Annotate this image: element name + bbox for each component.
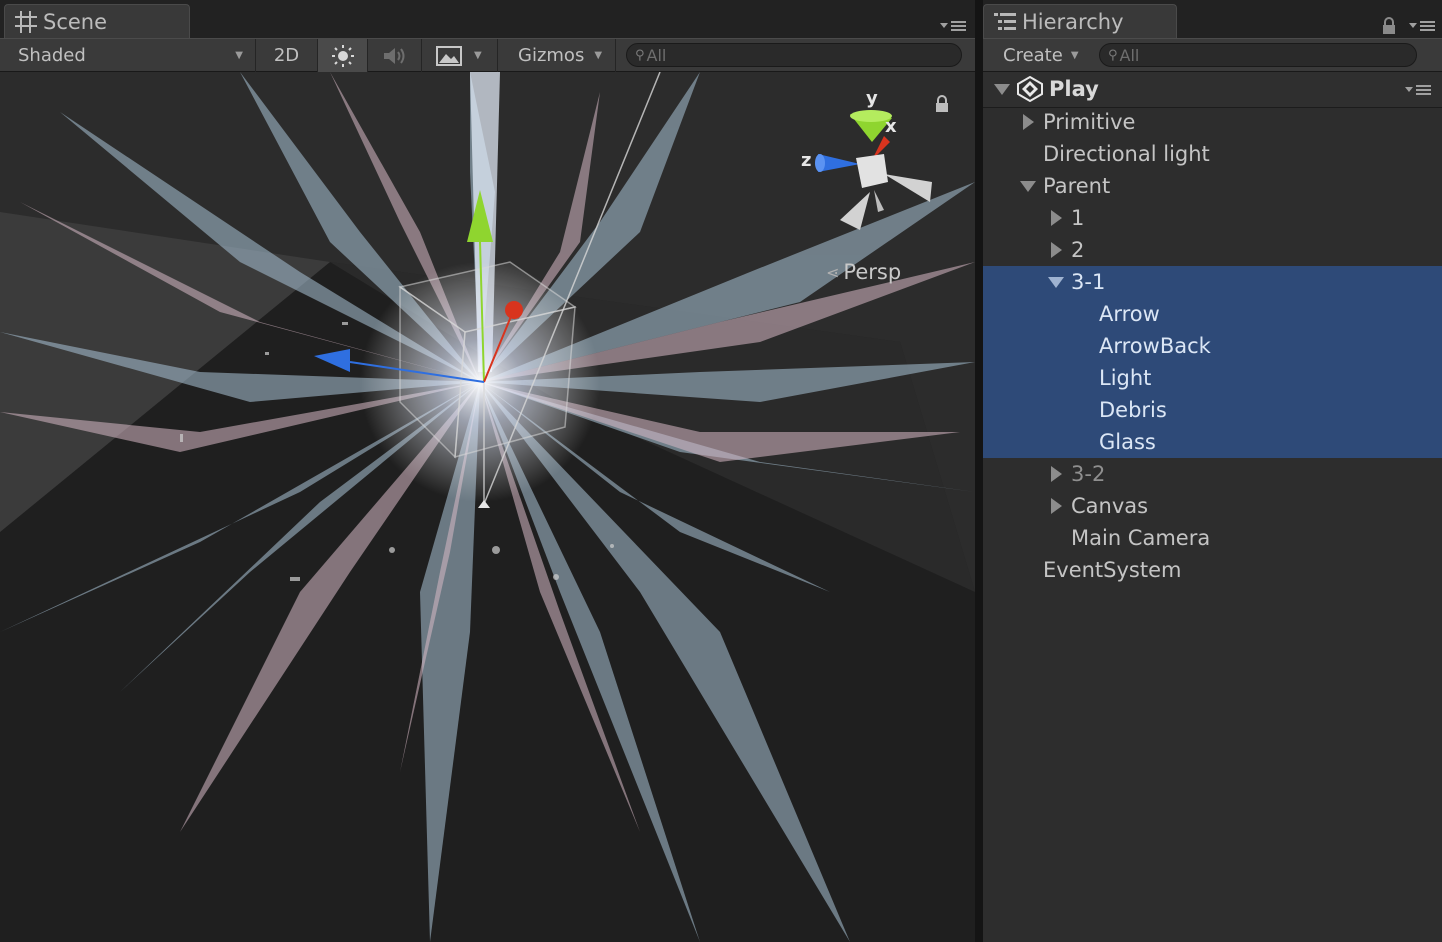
hierarchy-item[interactable]: Debris [983, 394, 1442, 426]
scene-root-menu-icon[interactable] [1403, 82, 1433, 98]
hierarchy-item-label: Arrow [1099, 302, 1160, 326]
hierarchy-item-label: Primitive [1043, 110, 1136, 134]
hierarchy-search-placeholder: All [1119, 45, 1140, 65]
hierarchy-item[interactable]: 2 [983, 234, 1442, 266]
hierarchy-item[interactable]: EventSystem [983, 554, 1442, 586]
lock-icon[interactable] [1381, 16, 1397, 36]
hierarchy-item[interactable]: ArrowBack [983, 330, 1442, 362]
hierarchy-search-input[interactable]: ⚲ All [1099, 43, 1417, 67]
hierarchy-item-label: Parent [1043, 174, 1111, 198]
scene-viewport[interactable]: y x z ⋖ Persp [0, 72, 975, 942]
hierarchy-panel: Hierarchy Create ▼ ⚲ All Play Primitive … [983, 0, 1442, 942]
collapsed-arrow-icon[interactable] [1047, 241, 1065, 259]
hierarchy-panel-menu-icon[interactable] [1407, 18, 1437, 34]
collapsed-arrow-icon[interactable] [1047, 209, 1065, 227]
perspective-icon: ⋖ [826, 262, 840, 282]
hierarchy-item-label: EventSystem [1043, 558, 1182, 582]
hierarchy-item[interactable]: Light [983, 362, 1442, 394]
chevron-down-icon: ▼ [1070, 50, 1079, 61]
scene-lighting-toggle[interactable] [318, 39, 368, 72]
expanded-arrow-icon[interactable] [1047, 273, 1065, 291]
chevron-down-icon: ▼ [594, 50, 603, 61]
hierarchy-list-icon [994, 12, 1016, 30]
scene-effects-dropdown[interactable]: ▼ [422, 39, 498, 72]
collapsed-arrow-icon[interactable] [1019, 113, 1037, 131]
scene-root-row[interactable]: Play [983, 72, 1442, 108]
scene-search-input[interactable]: ⚲ All [626, 43, 962, 67]
hierarchy-item[interactable]: Primitive [983, 106, 1442, 138]
hierarchy-toolbar: Create ▼ ⚲ All [983, 38, 1442, 72]
scene-panel-menu-icon[interactable] [938, 18, 968, 34]
shading-mode-dropdown[interactable]: Shaded ▼ [0, 39, 256, 72]
hierarchy-item[interactable]: Glass [983, 426, 1442, 458]
2d-mode-label: 2D [273, 45, 300, 66]
search-icon: ⚲ [635, 47, 645, 63]
hierarchy-item-label: ArrowBack [1099, 334, 1211, 358]
scene-tab-label: Scene [43, 9, 108, 34]
hierarchy-item-label: Canvas [1071, 494, 1149, 518]
hierarchy-item-label: Debris [1099, 398, 1167, 422]
hierarchy-item[interactable]: Arrow [983, 298, 1442, 330]
panel-divider[interactable] [975, 0, 983, 942]
expanded-arrow-icon[interactable] [993, 80, 1011, 98]
gizmos-dropdown[interactable]: Gizmos ▼ [498, 39, 616, 72]
scene-tabbar: Scene [0, 0, 975, 38]
hierarchy-item[interactable]: Canvas [983, 490, 1442, 522]
gizmo-z-label: z [801, 150, 812, 171]
hierarchy-item-label: Glass [1099, 430, 1156, 454]
sun-icon [331, 44, 354, 67]
create-label: Create [1003, 45, 1063, 66]
scene-panel: Scene Shaded ▼ 2D ▼ Gizmos ▼ ⚲ All y x z… [0, 0, 975, 942]
gizmo-x-label: x [885, 116, 897, 137]
hierarchy-item-label: 3-2 [1071, 462, 1106, 486]
gizmo-y-label: y [866, 88, 878, 109]
hierarchy-item-label: 2 [1071, 238, 1085, 262]
scene-audio-toggle[interactable] [368, 39, 422, 72]
unity-logo-icon [1017, 76, 1043, 102]
scene-search-placeholder: All [646, 45, 667, 65]
hierarchy-tabbar: Hierarchy [983, 0, 1442, 38]
hierarchy-item-label: Main Camera [1071, 526, 1211, 550]
gizmos-label: Gizmos [518, 45, 585, 66]
create-dropdown[interactable]: Create ▼ [983, 39, 1091, 72]
scene-toolbar: Shaded ▼ 2D ▼ Gizmos ▼ ⚲ All [0, 38, 975, 72]
hierarchy-item-label: Directional light [1043, 142, 1210, 166]
hierarchy-item[interactable]: 3-2 [983, 458, 1442, 490]
2d-mode-toggle[interactable]: 2D [256, 39, 318, 72]
collapsed-arrow-icon[interactable] [1047, 497, 1065, 515]
image-effects-icon [436, 45, 462, 66]
hierarchy-item-label: 1 [1071, 206, 1085, 230]
projection-label: Persp [843, 260, 902, 284]
scene-root-label: Play [1049, 77, 1099, 101]
speaker-icon [383, 47, 404, 64]
chevron-down-icon: ▼ [474, 50, 482, 61]
hierarchy-item-label: Light [1099, 366, 1152, 390]
hierarchy-item[interactable]: Parent [983, 170, 1442, 202]
expanded-arrow-icon[interactable] [1019, 177, 1037, 195]
hierarchy-item[interactable]: Main Camera [983, 522, 1442, 554]
scene-tab[interactable]: Scene [4, 4, 190, 38]
shading-mode-label: Shaded [18, 45, 86, 66]
hierarchy-tab-label: Hierarchy [1022, 9, 1124, 34]
hierarchy-item-label: 3-1 [1071, 270, 1106, 294]
hierarchy-item[interactable]: 3-1 [983, 266, 1442, 298]
collapsed-arrow-icon[interactable] [1047, 465, 1065, 483]
scene-grid-icon [15, 10, 37, 33]
hierarchy-item[interactable]: 1 [983, 202, 1442, 234]
chevron-down-icon: ▼ [235, 50, 243, 61]
orientation-gizmo[interactable] [800, 102, 940, 242]
hierarchy-tab[interactable]: Hierarchy [983, 4, 1177, 38]
projection-toggle[interactable]: ⋖ Persp [826, 260, 901, 284]
search-icon: ⚲ [1108, 47, 1118, 63]
hierarchy-item[interactable]: Directional light [983, 138, 1442, 170]
lock-icon[interactable] [934, 94, 950, 114]
